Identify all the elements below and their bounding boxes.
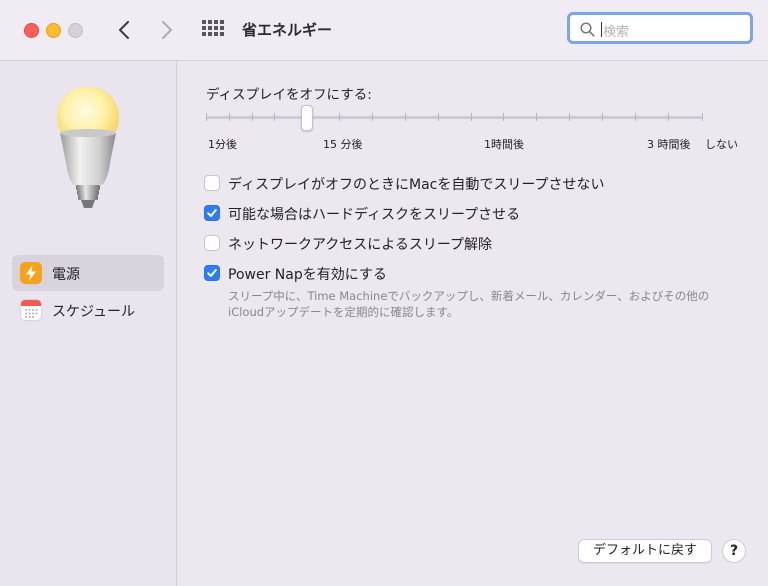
lightbulb-icon (57, 87, 119, 208)
close-button[interactable] (24, 23, 39, 38)
restore-defaults-button[interactable]: デフォルトに戻す (578, 539, 712, 563)
sidebar: 電源 スケジュール (0, 61, 177, 586)
disk-sleep-label: 可能な場合はハードディスクをスリープさせる (228, 207, 521, 223)
power-nap-description: スリープ中に、Time Machineでバックアップし、新着メール、カレンダー、… (228, 289, 710, 319)
prevent-sleep-label: ディスプレイがオフのときにMacを自動でスリープさせない (228, 177, 605, 193)
sidebar-item-schedule[interactable]: スケジュール (12, 292, 164, 328)
checkmark-icon (207, 209, 217, 217)
calendar-icon (20, 299, 42, 321)
sidebar-item-label: スケジュール (52, 304, 136, 320)
chevron-left-icon (119, 21, 129, 39)
text-caret (601, 22, 602, 37)
zoom-button[interactable] (68, 23, 83, 38)
tick-label-never: しない (705, 138, 738, 151)
checkmark-icon (207, 269, 217, 277)
toolbar: 省エネルギー 検索 (0, 0, 768, 61)
prevent-sleep-checkbox[interactable] (204, 175, 220, 191)
settings-pane: ディスプレイをオフにする: 1分後 15 分後 1時間後 3 時間後 しない デ… (177, 61, 768, 586)
preferences-window: 省エネルギー 検索 電源 スケジュール ディスプレイをオフにする: 1分後 15… (0, 0, 768, 586)
slider-knob[interactable] (301, 105, 313, 131)
disk-sleep-checkbox[interactable] (204, 205, 220, 221)
search-icon (580, 22, 595, 37)
window-title: 省エネルギー (242, 21, 333, 39)
show-all-button[interactable] (202, 20, 224, 40)
display-sleep-label: ディスプレイをオフにする: (206, 87, 372, 103)
wake-network-checkbox[interactable] (204, 235, 220, 251)
wake-network-label: ネットワークアクセスによるスリープ解除 (228, 237, 493, 253)
tick-label-15min: 15 分後 (323, 138, 363, 151)
tick-label-1hour: 1時間後 (484, 138, 524, 151)
search-placeholder: 検索 (603, 25, 630, 40)
sidebar-item-power[interactable]: 電源 (12, 255, 164, 291)
minimize-button[interactable] (46, 23, 61, 38)
power-nap-checkbox[interactable] (204, 265, 220, 281)
search-input[interactable]: 検索 (567, 12, 753, 44)
tick-label-1min: 1分後 (208, 138, 237, 151)
help-button[interactable]: ? (722, 539, 746, 563)
slider-track (206, 116, 703, 119)
lightning-icon (20, 262, 42, 284)
forward-button[interactable] (155, 18, 179, 42)
tick-label-3hours: 3 時間後 (647, 138, 691, 151)
chevron-right-icon (162, 21, 172, 39)
back-button[interactable] (112, 18, 136, 42)
power-nap-label: Power Napを有効にする (228, 267, 387, 283)
sidebar-item-label: 電源 (52, 267, 80, 283)
